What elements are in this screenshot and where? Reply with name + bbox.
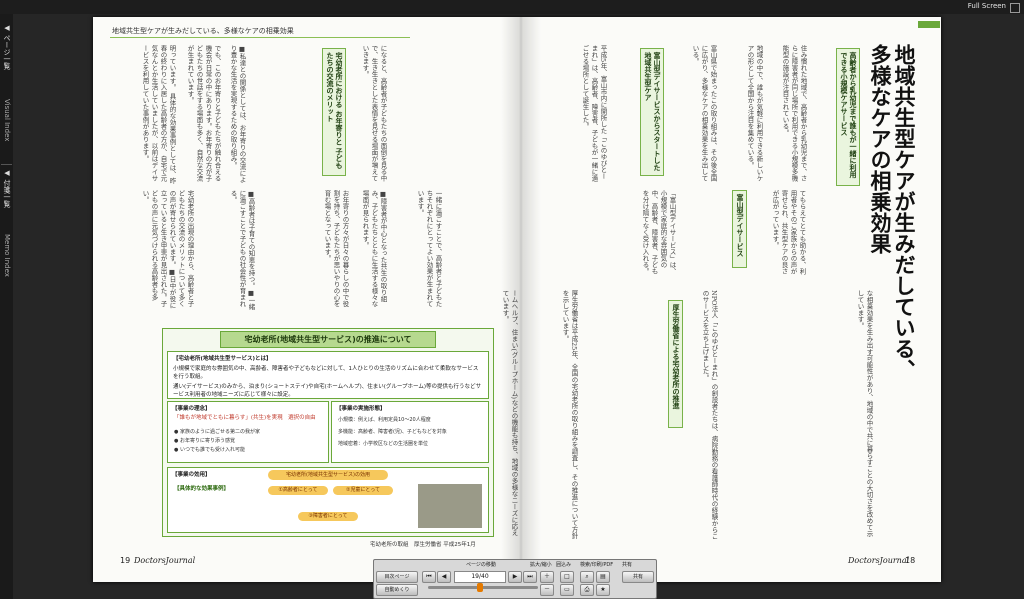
- examples-label: 【具体的な効果事例】: [174, 486, 230, 492]
- children-label: ②児童にとって: [333, 486, 393, 495]
- tab-memo-index[interactable]: Memo Index: [2, 234, 11, 294]
- scale-item: 地域密着：小学校区などの生活圏を単位: [338, 441, 429, 447]
- scale-label: 【事業の実施形態】: [336, 406, 386, 412]
- diagram-title: 宅幼老所(地域共生型サービス)の推進について: [220, 331, 436, 348]
- article-column: でも、このお年寄りと子どもたちが触れ合える機会が日常の中にあります。お年寄りの方…: [186, 45, 221, 182]
- zoom-in-icon[interactable]: ＋: [540, 571, 554, 583]
- disabled-label: ③障害者にとって: [298, 512, 358, 521]
- definition-line: 通い(デイサービス)のみから、泊まり(ショートステイ)や自宅(ホームヘルプ)、住…: [173, 384, 482, 398]
- article-column: になると、高齢者が子どもたちの面倒を見る中で、生き生きとした表情を見せる場面が増…: [361, 45, 387, 182]
- slider-handle[interactable]: [476, 583, 483, 592]
- article-column: な相乗効果を生み出す可能性があり、地域の中で共に暮らすことの大切さを改めて示して…: [856, 290, 873, 537]
- pdf-icon[interactable]: ⎙: [580, 584, 594, 596]
- article-column: 地域の中で、誰もが気軽に利用できる新しいケアの形として全国から注目を集めている。: [746, 45, 763, 182]
- page-number-right: 18: [905, 556, 916, 565]
- philosophy-item: ● いつでも誰でも受け入れ可能: [174, 447, 245, 453]
- article-column: 厚生労働省は平成25年、全国の宅幼老所の取り組みを調査し、その推進について方針を…: [561, 290, 578, 539]
- tab-page-list[interactable]: ◀ ページ一覧: [2, 24, 11, 94]
- left-index-panel: ◀ ページ一覧 Visual Index ◀ 付箋一覧 Memo Index: [0, 14, 13, 599]
- elderly-label: ①高齢者にとって: [268, 486, 328, 495]
- search-icon[interactable]: ⌕: [580, 571, 594, 583]
- zoom-label: 拡大/縮小: [530, 562, 552, 568]
- article-column: ■障害者が中心となった共生の取り組み、子どもたちとともに生活する様々な場面が見ら…: [361, 190, 387, 307]
- article-column: 宅幼老所の出現の理由から、高齢者と子どもたちの交流のメリットについて多くの声が寄…: [141, 190, 194, 309]
- fullscreen-label[interactable]: Full Screen: [968, 2, 1006, 10]
- page-slider[interactable]: [428, 583, 538, 592]
- article-column: ■高齢者は子育ての知恵を持つ。■一緒に過ごすことで子どもの社会性が育まれる。: [229, 190, 255, 310]
- definition-line: 小規模で家庭的な雰囲気の中、高齢者、障害者や子どもなどに対して、1人ひとりの生活…: [173, 366, 479, 380]
- accent-bar: [918, 21, 940, 28]
- magazine-name-right: DoctorsJournal: [848, 556, 910, 565]
- search-print-label: 検索/印刷/PDF: [580, 562, 614, 568]
- bookmark-icon[interactable]: ★: [596, 584, 610, 596]
- viewer-control-bar: ページの移動 拡大/縮小 囲込み 検索/印刷/PDF 共有 目次ページ ⏮ ◀ …: [373, 559, 657, 599]
- tab-visual-index[interactable]: Visual Index: [2, 99, 11, 159]
- philosophy-label: 【事業の理念】: [172, 406, 211, 412]
- prev-page-icon[interactable]: ◀: [437, 571, 451, 583]
- article-column: 平成5年、富山市内に開所した「このゆびとーまれ」は、高齢者、障害者、子どもが一緒…: [581, 45, 607, 182]
- page-input[interactable]: 19/40: [454, 571, 506, 583]
- article-column: NPO法人「このゆびとーまれ」の創設者たちは、病院勤務の看護師時代の経験からこの…: [701, 290, 718, 540]
- effect-center: 宅幼老所(地域共生型サービス)の効用: [268, 470, 388, 480]
- philosophy-item: ● お年寄りに寄り添う感覚: [174, 438, 235, 444]
- share-label: 共有: [622, 562, 633, 568]
- article-column: 一緒に過ごすことで、高齢者と子どもたちそれぞれにとってよい効果が生まれています。: [416, 190, 442, 307]
- section-heading: 高齢者から乳幼児まで誰もが一緒に利用できる小規模ケアサービス: [836, 48, 860, 186]
- scale-box: 【事業の実施形態】 小規模：例えば、利用定員10〜20人程度 多機能：高齢者、障…: [331, 401, 489, 463]
- fullscreen-icon[interactable]: [1010, 3, 1020, 13]
- article-column: 「富山型デイサービス」は、小規模で家庭的な雰囲気の中、高齢者、障害者、子どもを分…: [641, 190, 676, 275]
- auto-flip-button[interactable]: 自動めくり: [376, 584, 418, 596]
- tab-memo-list[interactable]: ◀ 付箋一覧: [2, 169, 11, 229]
- photo-image: [418, 484, 482, 528]
- section-heading: 富山型デイサービスからスタートした地域共生型ケア: [640, 48, 664, 176]
- window-title-bar: Full Screen: [0, 0, 1024, 14]
- definition-box: 【宅幼老所(地域共生型サービス)とは】 小規模で家庭的な雰囲気の中、高齢者、障害…: [167, 351, 489, 399]
- scale-item: 多機能：高齢者、障害者(児)、子どもなどを対象: [338, 429, 447, 435]
- philosophy-item: ● 家族のように過ごせる第二の我が家: [174, 429, 260, 435]
- diagram-caption: 宅幼老所の取組 厚生労働省 平成25年1月: [370, 542, 476, 548]
- page-move-label: ページの移動: [466, 562, 496, 568]
- article-column: 住み慣れた地域で、高齢者から乳幼児まで、さらに障害者が同じ場所で利用できる小規模…: [781, 45, 807, 182]
- philosophy-text: 「誰もが地域でともに暮らす」(共生)を実現 選択の自由: [174, 415, 316, 421]
- article-column: 富山県で始まったこの取り組みは、その後全国に広がり、多様なケアの相乗効果を生み出…: [691, 45, 717, 182]
- section-heading: 厚生労働省による宅幼老所の推進: [668, 300, 683, 428]
- running-header: 地域共生型ケアが生みだしている、多様なケアの相乗効果: [112, 27, 294, 35]
- article-column: てもらえてとても助かる、利用者やそのご家族からの声が寄せられ、共生型ケアの良さが…: [771, 190, 806, 275]
- divider: [1, 164, 12, 165]
- next-page-icon[interactable]: ▶: [508, 571, 522, 583]
- magazine-name-left: DoctorsJournal: [134, 556, 196, 565]
- share-button[interactable]: 共有: [622, 571, 654, 583]
- philosophy-box: 【事業の理念】 「誰もが地域でともに暮らす」(共生)を実現 選択の自由 ● 家族…: [167, 401, 329, 463]
- section-heading: 宅幼老所における お年寄りと 子どもたちの交流のメリット: [322, 48, 346, 176]
- effect-box: 【事業の効用】 宅幼老所(地域共生型サービス)の効用 【具体的な効果事例】 ①高…: [167, 467, 489, 533]
- article-column: ■私達との関係としては、お年寄りの交流により豊かな生活を実現するための取り組み。: [229, 45, 246, 183]
- section-heading: 富山型デイサービス: [732, 190, 747, 268]
- spread-icon[interactable]: ▭: [560, 584, 574, 596]
- article-column: お年寄りの方々が日々の暮らしの中で役割を持ち、子どもたちが思いやりの心を育む場と…: [323, 190, 349, 307]
- toc-button[interactable]: 目次ページ: [376, 571, 418, 583]
- definition-label: 【宅幼老所(地域共生型サービス)とは】: [173, 356, 272, 362]
- print-icon[interactable]: ▤: [596, 571, 610, 583]
- zoom-out-icon[interactable]: －: [540, 584, 554, 596]
- article-column: 明っています。 具体的な効果事例としては、昨春の終わりに入居した高齢者の方が、自…: [141, 45, 176, 184]
- last-page-icon[interactable]: ⏭: [523, 571, 537, 583]
- header-rule: [110, 37, 410, 38]
- effect-label: 【事業の効用】: [172, 472, 211, 478]
- fit-label: 囲込み: [556, 562, 572, 568]
- article-column: ームヘルプ、住まい(グループホーム)などの機能も持ち、地域の多様なニーズに応えて…: [501, 290, 518, 536]
- first-page-icon[interactable]: ⏮: [422, 571, 436, 583]
- page-number-left: 19: [120, 556, 131, 565]
- diagram-panel: 宅幼老所(地域共生型サービス)の推進について 【宅幼老所(地域共生型サービス)と…: [162, 328, 494, 537]
- fit-icon[interactable]: □: [560, 571, 574, 583]
- scale-item: 小規模：例えば、利用定員10〜20人程度: [338, 417, 431, 423]
